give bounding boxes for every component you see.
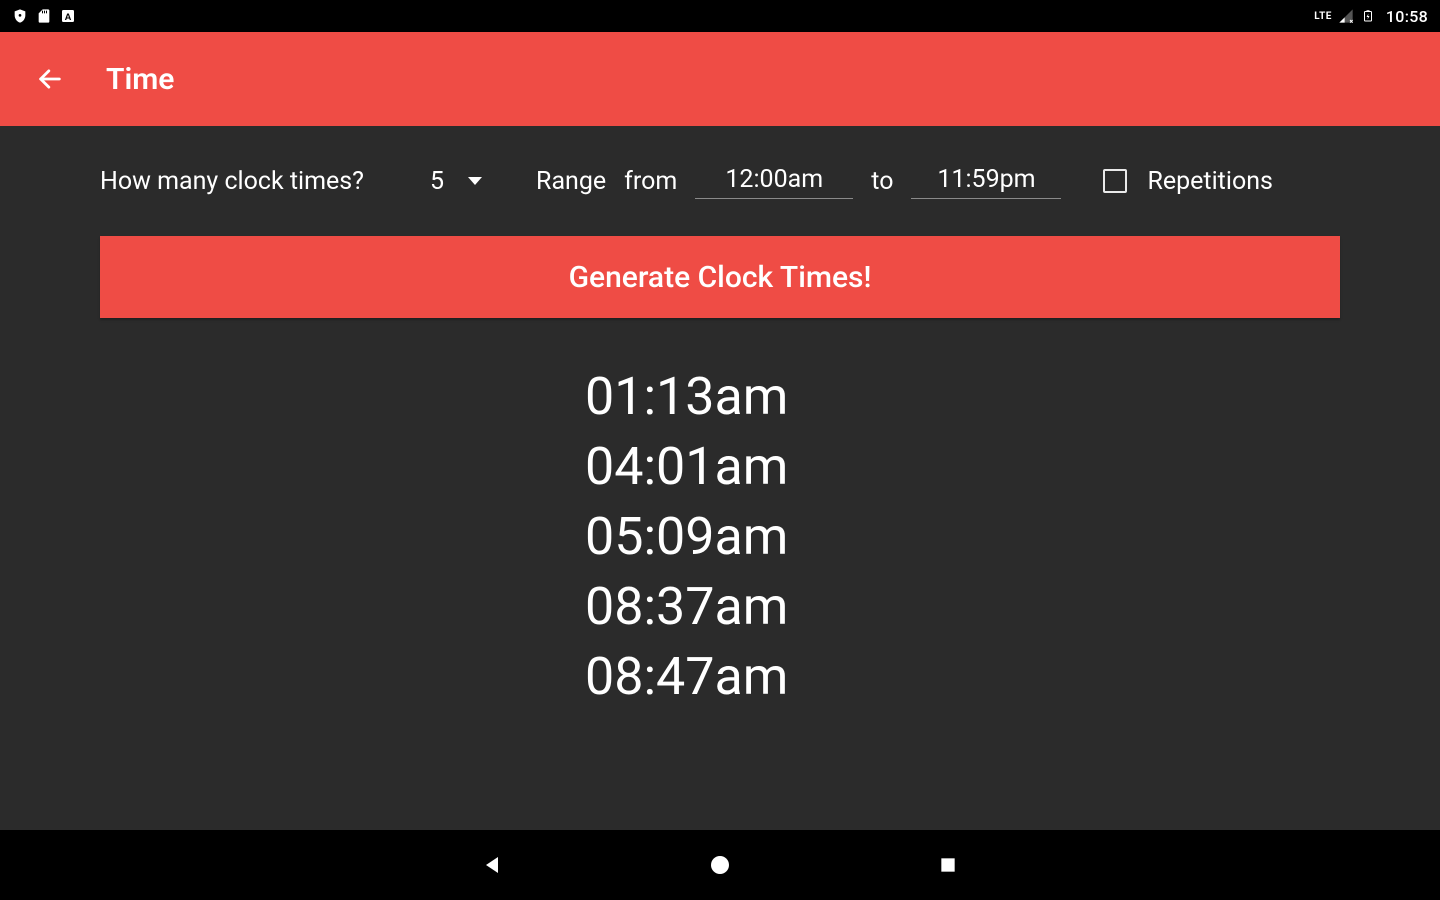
back-button[interactable] [36, 65, 64, 93]
generate-button[interactable]: Generate Clock Times! [100, 236, 1340, 318]
sd-card-icon [36, 8, 52, 24]
status-bar-left: A [12, 8, 76, 24]
result-item: 08:47am [585, 642, 788, 712]
repetitions-checkbox[interactable]: Repetitions [1103, 167, 1272, 196]
status-bar-right: LTE 10:58 [1314, 7, 1428, 26]
status-bar: A LTE 10:58 [0, 0, 1440, 32]
controls-row: How many clock times? 5 Range from to Re… [100, 126, 1340, 236]
navigation-bar [0, 830, 1440, 900]
lte-icon: LTE [1314, 11, 1332, 22]
svg-text:A: A [65, 12, 72, 22]
battery-charging-icon [1360, 8, 1376, 24]
range-from-input[interactable] [695, 163, 853, 199]
range-to-label: to [871, 167, 893, 196]
shield-icon [12, 8, 28, 24]
result-item: 04:01am [585, 432, 788, 502]
page-title: Time [106, 62, 174, 97]
nav-home-button[interactable] [706, 851, 734, 879]
status-clock: 10:58 [1386, 7, 1428, 26]
result-item: 08:37am [585, 572, 788, 642]
dropdown-icon [468, 177, 482, 185]
signal-icon [1338, 8, 1354, 24]
nav-back-button[interactable] [478, 851, 506, 879]
app-toolbar: Time [0, 32, 1440, 126]
range-from-label: from [624, 167, 677, 196]
range-to-input[interactable] [911, 163, 1061, 199]
results-list: 01:13am 04:01am 05:09am 08:37am 08:47am [585, 362, 1340, 712]
repetitions-label: Repetitions [1147, 167, 1272, 196]
count-select[interactable]: 5 [430, 167, 482, 196]
result-item: 01:13am [585, 362, 788, 432]
result-item: 05:09am [585, 502, 788, 572]
letter-a-icon: A [60, 8, 76, 24]
count-value: 5 [430, 167, 444, 196]
checkbox-icon [1103, 169, 1127, 193]
count-label: How many clock times? [100, 167, 364, 196]
content-area: How many clock times? 5 Range from to Re… [0, 126, 1440, 830]
nav-recent-button[interactable] [934, 851, 962, 879]
range-label: Range [536, 167, 606, 196]
